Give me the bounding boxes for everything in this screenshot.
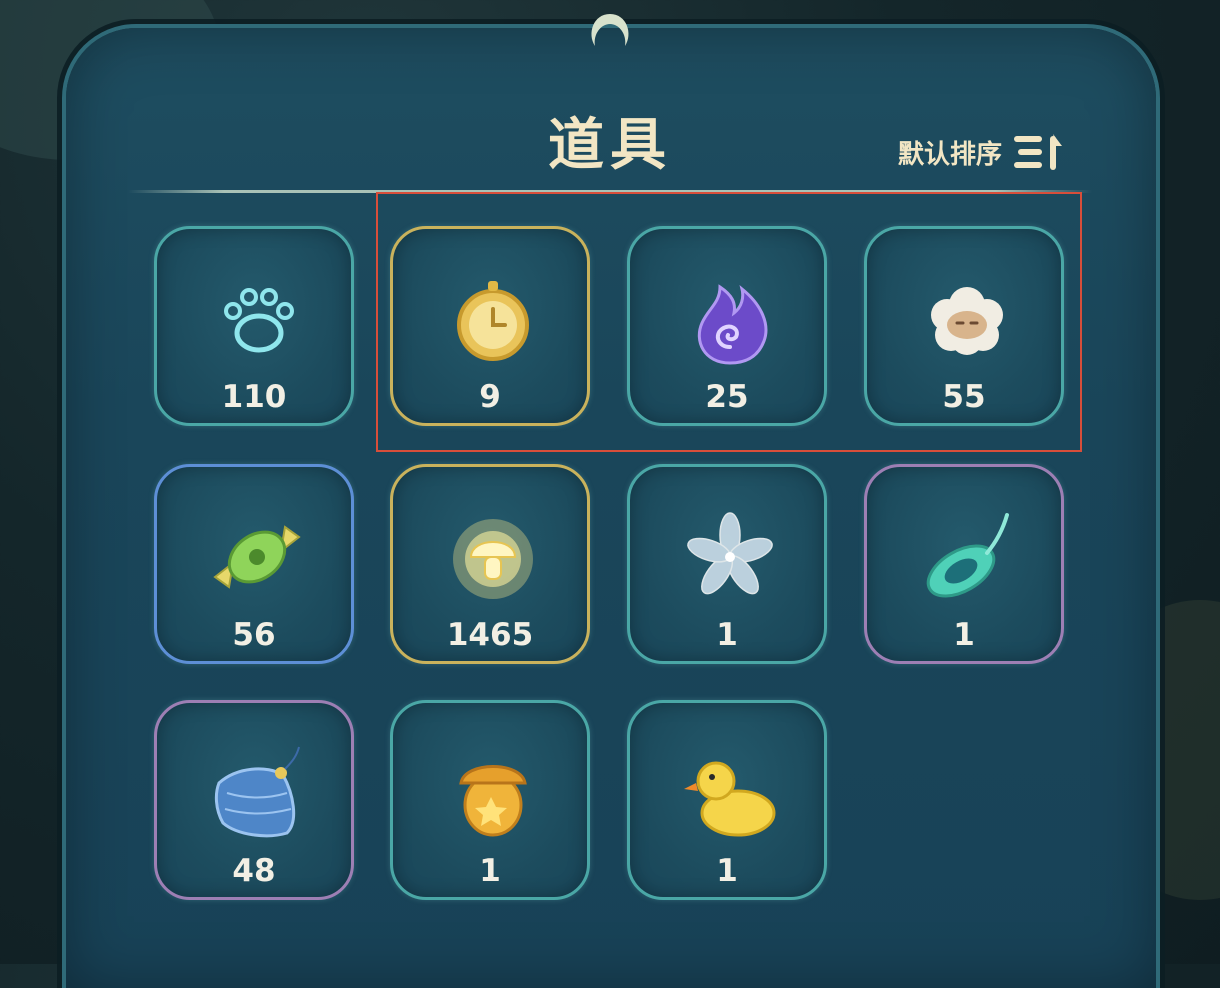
item-count: 25 bbox=[705, 379, 749, 415]
item-slot-acorn[interactable]: 1 bbox=[390, 700, 590, 900]
item-count: 56 bbox=[232, 617, 276, 653]
glowing-mushroom-icon bbox=[453, 519, 533, 599]
item-slot-mushroom[interactable]: 1465 bbox=[390, 464, 590, 664]
star-acorn-icon bbox=[459, 765, 527, 837]
sheep-icon bbox=[931, 287, 1003, 355]
item-slot-feather[interactable]: 1 bbox=[864, 464, 1064, 664]
purple-flame-icon bbox=[697, 284, 768, 365]
item-slot-candy[interactable]: 56 bbox=[154, 464, 354, 664]
item-slot-stopwatch[interactable]: 9 bbox=[390, 226, 590, 426]
item-count: 9 bbox=[479, 379, 501, 415]
paw-icon bbox=[224, 288, 294, 353]
moon-ornament-icon bbox=[591, 14, 629, 46]
item-count: 110 bbox=[221, 379, 287, 415]
sort-button[interactable]: 默认排序 bbox=[898, 130, 1064, 174]
item-count: 48 bbox=[232, 853, 276, 889]
item-slot-sheep[interactable]: 55 bbox=[864, 226, 1064, 426]
blue-cloth-bag-icon bbox=[214, 746, 300, 838]
item-count: 1465 bbox=[446, 617, 534, 653]
item-slot-flower[interactable]: 1 bbox=[627, 464, 827, 664]
item-slot-bag[interactable]: 48 bbox=[154, 700, 354, 900]
item-slot-paw[interactable]: 110 bbox=[154, 226, 354, 426]
item-count: 55 bbox=[942, 379, 986, 415]
item-slot-flame[interactable]: 25 bbox=[627, 226, 827, 426]
item-count: 1 bbox=[479, 853, 501, 889]
gold-stopwatch-icon bbox=[457, 281, 529, 361]
green-candy-icon bbox=[213, 525, 301, 589]
crystal-flower-icon bbox=[687, 512, 773, 595]
sort-label: 默认排序 bbox=[898, 139, 1003, 170]
item-count: 1 bbox=[953, 617, 975, 653]
title-divider bbox=[128, 190, 1092, 193]
sort-list-icon bbox=[1014, 134, 1063, 170]
item-count: 1 bbox=[716, 617, 738, 653]
item-count: 1 bbox=[716, 853, 738, 889]
teal-feather-icon bbox=[926, 513, 1009, 598]
item-slot-duck[interactable]: 1 bbox=[627, 700, 827, 900]
rubber-duck-icon bbox=[684, 761, 776, 837]
